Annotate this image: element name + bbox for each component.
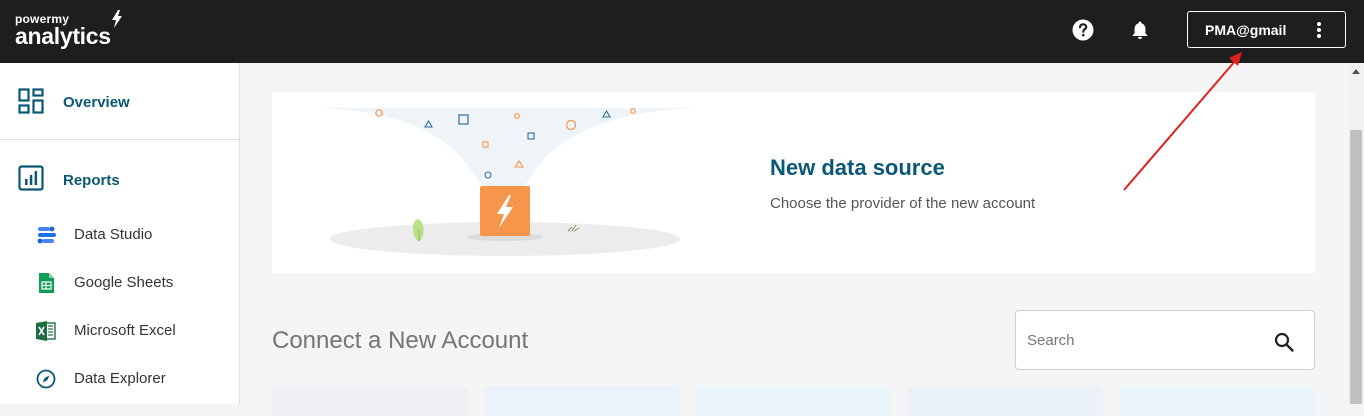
bell-icon[interactable] <box>1129 19 1151 41</box>
provider-card[interactable] <box>907 386 1103 416</box>
sidebar-divider <box>0 139 239 140</box>
scrollbar-thumb[interactable] <box>1350 130 1362 404</box>
more-vertical-icon <box>1317 22 1321 38</box>
sidebar-item-reports[interactable]: Reports <box>0 147 239 207</box>
dashboard-icon <box>18 88 44 114</box>
sidebar-item-microsoft-excel[interactable]: Microsoft Excel <box>0 310 239 350</box>
search-input[interactable] <box>1027 328 1257 352</box>
report-chart-icon <box>18 165 44 191</box>
vertical-scrollbar[interactable] <box>1348 63 1364 404</box>
sidebar-item-label: Microsoft Excel <box>74 322 176 339</box>
sidebar: Overview Reports Data Studio Google Shee… <box>0 63 240 404</box>
banner-title: New data source <box>770 155 945 180</box>
provider-card[interactable] <box>1119 386 1315 416</box>
top-bar: powermy analytics PMA@gmail <box>0 0 1364 63</box>
search-field <box>1015 310 1315 370</box>
help-icon[interactable] <box>1072 19 1094 41</box>
google-sheets-icon <box>39 273 54 293</box>
provider-card[interactable] <box>696 386 892 416</box>
scroll-up-arrow-icon[interactable] <box>1352 69 1360 74</box>
sidebar-item-data-explorer[interactable]: Data Explorer <box>0 358 239 398</box>
provider-card[interactable] <box>272 386 468 416</box>
sidebar-item-label: Overview <box>63 94 130 111</box>
sidebar-item-google-sheets[interactable]: Google Sheets <box>0 262 239 302</box>
connect-section-title: Connect a New Account <box>272 327 529 354</box>
compass-icon <box>36 369 56 389</box>
sidebar-item-label: Google Sheets <box>74 274 174 291</box>
sidebar-item-label: Reports <box>63 172 120 189</box>
microsoft-excel-icon <box>36 321 56 341</box>
logo-bolt-icon <box>112 10 122 28</box>
provider-card[interactable] <box>484 386 680 416</box>
search-icon[interactable] <box>1273 331 1295 353</box>
account-menu-button[interactable]: PMA@gmail <box>1187 11 1346 48</box>
data-studio-icon <box>37 226 56 244</box>
sidebar-item-label: Data Studio <box>74 226 153 243</box>
sidebar-item-data-studio[interactable]: Data Studio <box>0 214 239 254</box>
logo-bottom-text: analytics <box>15 23 111 49</box>
banner-subtitle: Choose the provider of the new account <box>770 195 1036 212</box>
account-label: PMA@gmail <box>1205 22 1287 38</box>
sidebar-item-label: Data Explorer <box>74 370 166 387</box>
sidebar-item-overview[interactable]: Overview <box>0 69 239 129</box>
data-funnel-illustration <box>320 108 696 256</box>
brand-logo[interactable]: powermy analytics <box>15 10 130 52</box>
